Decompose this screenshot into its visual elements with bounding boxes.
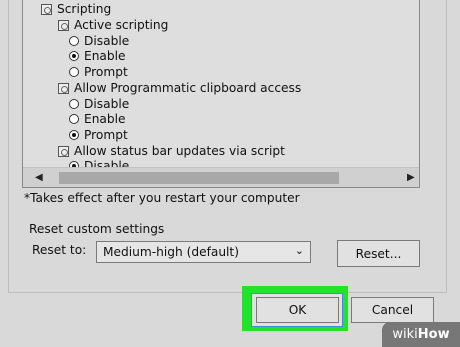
reset-level-value: Medium-high (default)	[103, 245, 239, 259]
tree-row-label: Prompt	[84, 65, 128, 79]
reset-level-select[interactable]: Medium-high (default) ⌄	[96, 241, 311, 263]
tree-row-label: Disable	[84, 97, 130, 111]
tree-row-label: Enable	[84, 112, 126, 126]
settings-tree[interactable]: Scripting Active scripting Disable Enable Pr…	[22, 0, 420, 188]
tree-row-label: Active scripting	[74, 18, 169, 32]
tree-group-row: Allow Programmatic clipboard access	[58, 80, 301, 96]
radio-button-icon[interactable]	[69, 67, 79, 77]
settings-group-icon	[58, 145, 69, 157]
tree-row-label: Enable	[84, 49, 126, 63]
dialog-frame-right	[446, 0, 447, 292]
watermark-part1: wiki	[392, 327, 418, 342]
reset-to-label: Reset to:	[32, 243, 87, 257]
tree-radio-option[interactable]: Disable	[69, 96, 129, 112]
settings-group-icon	[58, 19, 69, 31]
tree-row-label: Allow Programmatic clipboard access	[74, 81, 302, 95]
scroll-left-icon[interactable]: ◀	[35, 173, 43, 183]
radio-button-icon[interactable]	[69, 36, 79, 46]
restart-note: *Takes effect after you restart your com…	[24, 191, 300, 205]
radio-button-icon[interactable]	[69, 130, 79, 140]
tree-radio-option[interactable]: Enable	[69, 48, 126, 64]
tree-row-label: Disable	[84, 34, 130, 48]
cancel-button[interactable]: Cancel	[351, 297, 434, 323]
tree-row-label: Disable	[84, 159, 130, 167]
tree-radio-option[interactable]: Prompt	[69, 127, 128, 143]
tree-radio-option[interactable]: Disable	[69, 33, 129, 49]
tree-radio-option[interactable]: Enable	[69, 111, 126, 127]
security-settings-dialog: Scripting Active scripting Disable Enable Pr…	[0, 0, 460, 347]
radio-button-icon[interactable]	[69, 114, 79, 124]
tree-group-row: Active scripting	[58, 17, 168, 33]
radio-button-icon[interactable]	[69, 99, 79, 109]
horizontal-scroll-thumb[interactable]	[59, 172, 339, 184]
wikihow-watermark: wiki How	[382, 322, 460, 347]
tree-group-row: Allow status bar updates via script	[58, 143, 285, 159]
tree-radio-option[interactable]: Disable	[69, 158, 129, 167]
settings-group-icon	[41, 3, 52, 15]
dialog-frame-left	[8, 0, 9, 292]
scroll-right-icon[interactable]: ▶	[407, 173, 415, 183]
reset-button[interactable]: Reset...	[337, 240, 420, 267]
dialog-frame-bottom	[8, 292, 447, 293]
tree-group-row: Scripting	[41, 1, 111, 17]
settings-tree-rows: Scripting Active scripting Disable Enable Pr…	[23, 0, 397, 167]
reset-section-label: Reset custom settings	[29, 222, 165, 236]
tree-row-label: Prompt	[84, 128, 128, 142]
tree-row-label: Allow status bar updates via script	[74, 144, 285, 158]
radio-button-icon[interactable]	[69, 51, 79, 61]
tree-radio-option[interactable]: Prompt	[69, 64, 128, 80]
settings-group-icon	[58, 82, 69, 94]
watermark-part2: How	[417, 327, 450, 342]
ok-button[interactable]: OK	[256, 297, 339, 323]
tree-row-label: Scripting	[57, 2, 112, 16]
horizontal-scrollbar[interactable]: ◀ ▶	[23, 167, 419, 187]
chevron-down-icon: ⌄	[294, 244, 304, 257]
